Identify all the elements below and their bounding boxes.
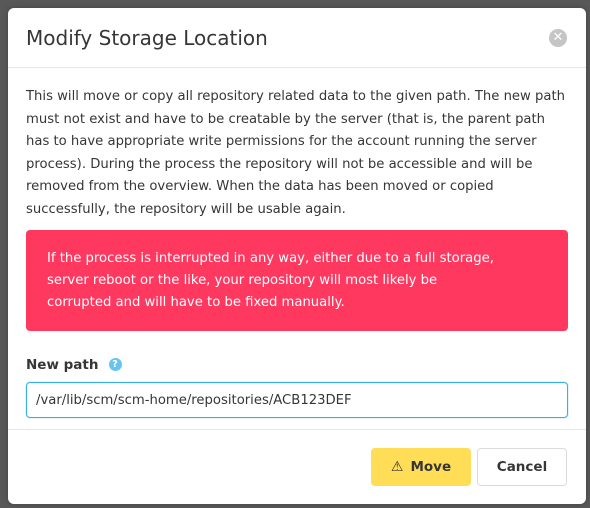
modify-storage-modal: Modify Storage Location ✕ This will move… xyxy=(8,8,586,504)
move-button-label: Move xyxy=(410,459,452,475)
field-label-row: New path ? xyxy=(26,354,122,374)
new-path-input[interactable] xyxy=(26,382,568,418)
modal-title: Modify Storage Location xyxy=(26,26,268,50)
help-icon[interactable]: ? xyxy=(108,358,122,371)
warning-icon: ⚠ xyxy=(390,459,404,475)
modal-header: Modify Storage Location ✕ xyxy=(8,8,586,68)
modal-body: This will move or copy all repository re… xyxy=(8,68,586,429)
move-button[interactable]: ⚠ Move xyxy=(371,448,471,486)
warning-notification: If the process is interrupted in any way… xyxy=(26,230,568,331)
description-text: This will move or copy all repository re… xyxy=(26,89,565,217)
close-icon[interactable]: ✕ xyxy=(549,29,567,47)
modal-footer: ⚠ Move Cancel xyxy=(8,429,586,504)
cancel-button-label: Cancel xyxy=(496,459,548,475)
cancel-button[interactable]: Cancel xyxy=(477,448,567,486)
new-path-label: New path xyxy=(26,356,99,373)
